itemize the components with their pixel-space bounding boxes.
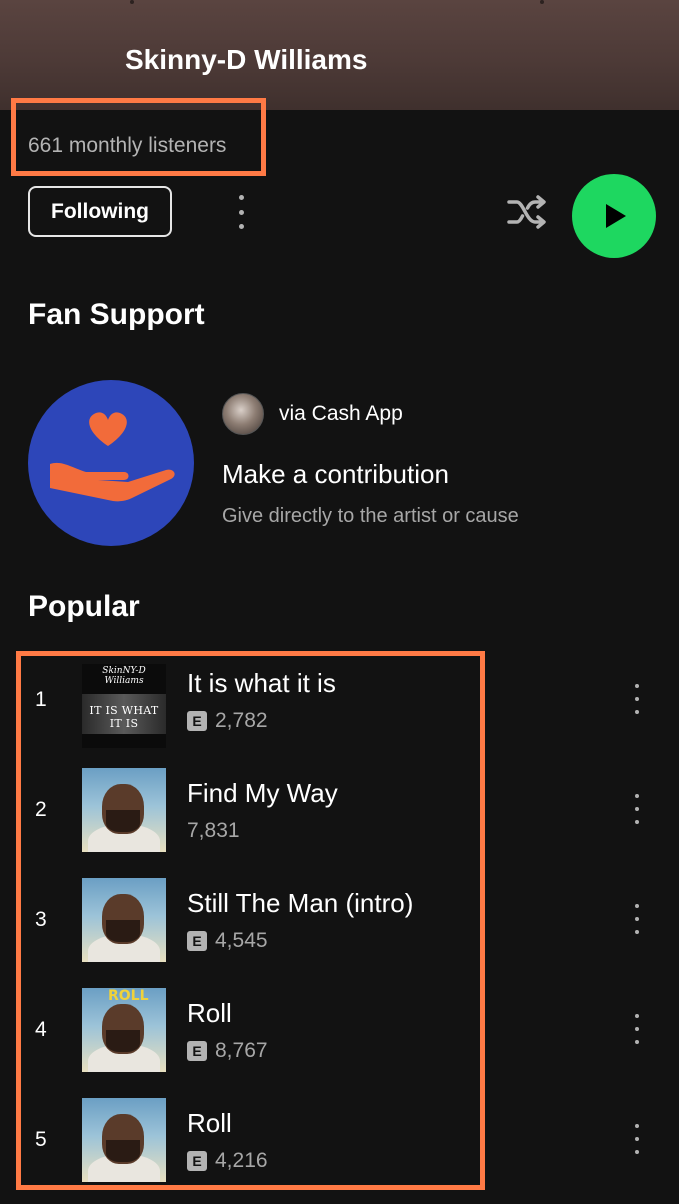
track-title: Roll — [187, 1108, 232, 1138]
track-row[interactable]: 3 Still The Man (intro) E 4,545 — [0, 874, 679, 984]
play-count: 7,831 — [187, 819, 240, 842]
track-more-icon[interactable] — [622, 684, 652, 714]
play-button[interactable] — [572, 174, 656, 258]
cover-header-text: SkinNY-D Williams — [102, 666, 146, 686]
avatar — [222, 393, 264, 435]
track-number: 3 — [35, 908, 47, 931]
track-number: 5 — [35, 1128, 47, 1151]
album-cover — [82, 1098, 166, 1182]
monthly-listeners: 661 monthly listeners — [28, 134, 227, 157]
track-meta: 7,831 — [187, 819, 240, 843]
track-number: 2 — [35, 798, 47, 821]
explicit-badge: E — [187, 711, 207, 731]
cover-figure — [106, 1030, 140, 1052]
dot — [635, 794, 639, 798]
play-count: 4,216 — [215, 1149, 268, 1172]
heart-in-hand-icon[interactable] — [28, 380, 194, 546]
track-meta: E 4,545 — [187, 929, 268, 953]
popular-heading: Popular — [28, 590, 140, 623]
dot — [238, 224, 244, 229]
make-contribution-link[interactable]: Make a contribution — [222, 459, 449, 490]
cover-title-text: IT IS WHAT IT IS — [89, 704, 159, 730]
track-row[interactable]: 5 Roll E 4,216 — [0, 1094, 679, 1204]
album-cover — [82, 768, 166, 852]
cover-figure — [106, 1140, 140, 1162]
dot — [635, 684, 639, 688]
via-cash-app-row[interactable]: via Cash App — [222, 393, 403, 435]
explicit-badge: E — [187, 1041, 207, 1061]
track-title: Roll — [187, 998, 232, 1028]
dot — [635, 1014, 639, 1018]
explicit-badge: E — [187, 1151, 207, 1171]
play-icon — [606, 204, 626, 228]
track-meta: E 4,216 — [187, 1149, 268, 1173]
more-options-icon[interactable] — [226, 192, 256, 232]
artist-name: Skinny-D Williams — [125, 44, 368, 75]
track-meta: E 8,767 — [187, 1039, 268, 1063]
track-row[interactable]: 4 ROLL Roll E 8,767 — [0, 984, 679, 1094]
dot — [635, 1027, 639, 1031]
track-title: Find My Way — [187, 778, 338, 808]
dot — [635, 904, 639, 908]
dot — [635, 1150, 639, 1154]
track-title: Still The Man (intro) — [187, 888, 414, 918]
track-row[interactable]: 2 Find My Way 7,831 — [0, 764, 679, 874]
explicit-badge: E — [187, 931, 207, 951]
header-mark — [130, 0, 134, 4]
track-more-icon[interactable] — [622, 1014, 652, 1044]
track-number: 1 — [35, 688, 47, 711]
dot — [635, 917, 639, 921]
contribution-subtitle: Give directly to the artist or cause — [222, 505, 519, 527]
album-cover — [82, 878, 166, 962]
track-meta: E 2,782 — [187, 709, 268, 733]
track-more-icon[interactable] — [622, 1124, 652, 1154]
cover-figure — [106, 810, 140, 832]
play-count: 4,545 — [215, 929, 268, 952]
dot — [635, 930, 639, 934]
cover-figure — [106, 920, 140, 942]
following-button[interactable]: Following — [28, 186, 172, 237]
shuffle-icon[interactable] — [505, 190, 549, 234]
dot — [635, 1124, 639, 1128]
album-cover: SkinNY-D Williams IT IS WHAT IT IS — [82, 664, 166, 748]
dot — [635, 1040, 639, 1044]
track-number: 4 — [35, 1018, 47, 1041]
header-mark — [540, 0, 544, 4]
track-row[interactable]: 1 SkinNY-D Williams IT IS WHAT IT IS It … — [0, 654, 679, 764]
dot — [635, 1137, 639, 1141]
dot — [238, 195, 244, 200]
dot — [635, 807, 639, 811]
dot — [635, 710, 639, 714]
fan-support-heading: Fan Support — [28, 298, 205, 331]
track-more-icon[interactable] — [622, 904, 652, 934]
track-more-icon[interactable] — [622, 794, 652, 824]
track-title: It is what it is — [187, 668, 336, 698]
dot — [635, 820, 639, 824]
album-cover: ROLL — [82, 988, 166, 1072]
play-count: 2,782 — [215, 709, 268, 732]
play-count: 8,767 — [215, 1039, 268, 1062]
via-cash-app-label: via Cash App — [279, 402, 403, 425]
dot — [238, 209, 244, 215]
cover-title-text: ROLL — [108, 988, 149, 1004]
dot — [635, 697, 639, 701]
